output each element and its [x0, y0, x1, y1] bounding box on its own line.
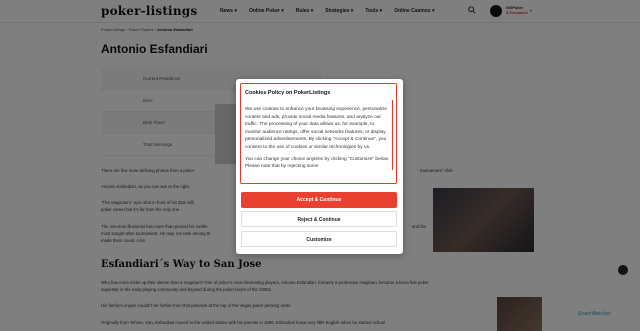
cookie-policy-panel[interactable]: Cookies Policy on PokerListings We use c…	[240, 83, 397, 184]
customize-button[interactable]: Customize	[241, 231, 397, 247]
cookie-policy-title: Cookies Policy on PokerListings	[245, 90, 331, 96]
cookie-consent-dialog: Cookies Policy on PokerListings We use c…	[236, 79, 403, 254]
cookie-policy-paragraph: We use cookies to enhance your browsing …	[245, 107, 388, 150]
cookie-policy-text: We use cookies to enhance your browsing …	[245, 106, 389, 175]
cookie-policy-paragraph: You can change your choice anytime by cl…	[245, 156, 390, 170]
reject-continue-button[interactable]: Reject & Continue	[241, 211, 397, 227]
accept-continue-button[interactable]: Accept & Continue	[241, 192, 397, 208]
policy-scrollbar[interactable]	[391, 100, 393, 170]
